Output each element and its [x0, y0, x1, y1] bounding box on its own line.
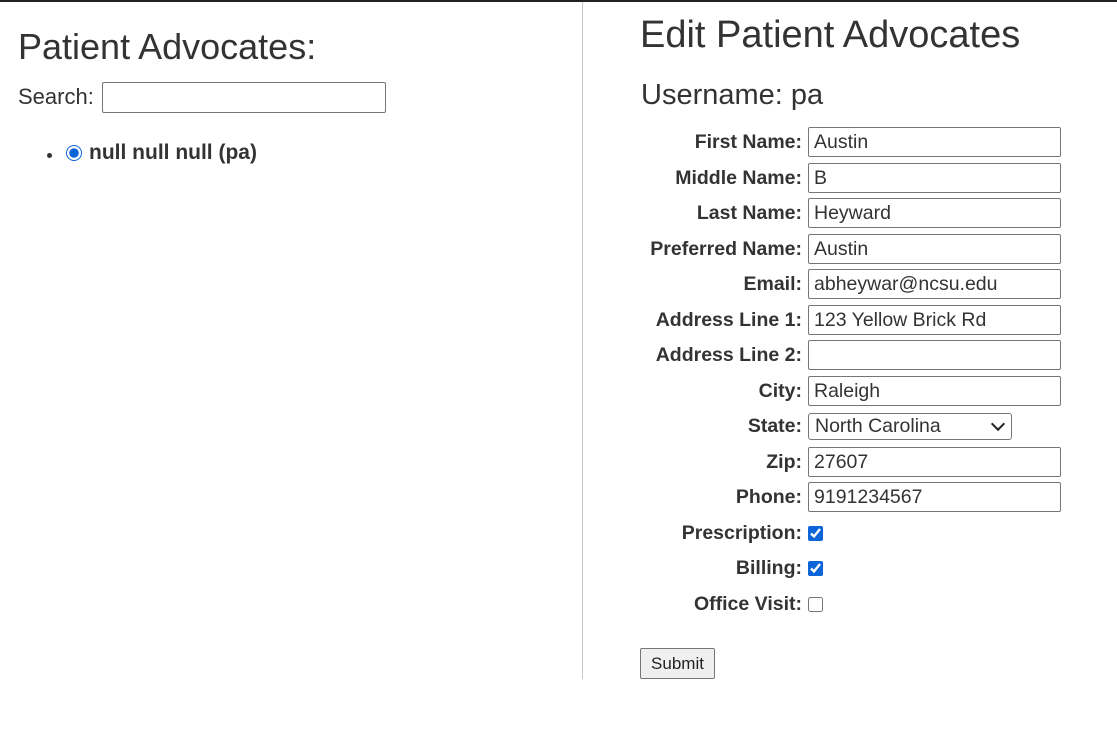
- city-label: City:: [758, 380, 802, 402]
- address-line-1-label: Address Line 1:: [655, 309, 802, 331]
- city-row: City:: [584, 375, 1117, 407]
- address-line-2-label: Address Line 2:: [655, 344, 802, 366]
- billing-checkbox[interactable]: [808, 561, 823, 576]
- first-name-label: First Name:: [694, 131, 802, 153]
- billing-row: Billing:: [584, 552, 1117, 584]
- middle-name-row: Middle Name:: [584, 162, 1117, 194]
- city-field[interactable]: [808, 376, 1061, 406]
- email-row: Email:: [584, 268, 1117, 300]
- state-row: State: North Carolina: [584, 410, 1117, 442]
- search-row: Search:: [18, 81, 386, 113]
- first-name-row: First Name:: [584, 126, 1117, 158]
- advocate-label: null null null (pa): [89, 141, 257, 164]
- phone-field[interactable]: [808, 482, 1061, 512]
- search-label: Search:: [18, 84, 94, 109]
- middle-name-field[interactable]: [808, 163, 1061, 193]
- office-visit-label: Office Visit:: [693, 593, 802, 615]
- email-field[interactable]: [808, 269, 1061, 299]
- first-name-field[interactable]: [808, 127, 1061, 157]
- edit-title: Edit Patient Advocates: [640, 14, 1021, 56]
- prescription-label: Prescription:: [681, 522, 802, 544]
- patient-advocates-panel: Patient Advocates: Search: null null nul…: [0, 2, 583, 679]
- chevron-down-icon: [990, 416, 1006, 432]
- middle-name-label: Middle Name:: [675, 167, 802, 189]
- advocate-list: null null null (pa): [47, 139, 257, 167]
- zip-label: Zip:: [766, 451, 802, 473]
- zip-row: Zip:: [584, 446, 1117, 478]
- address-line-1-row: Address Line 1:: [584, 304, 1117, 336]
- preferred-name-field[interactable]: [808, 234, 1061, 264]
- office-visit-row: Office Visit:: [584, 588, 1117, 620]
- advocate-radio[interactable]: [66, 145, 82, 161]
- state-select[interactable]: North Carolina: [808, 413, 1012, 440]
- edit-advocate-panel: Edit Patient Advocates Username: pa Firs…: [584, 2, 1117, 702]
- patient-advocates-title: Patient Advocates:: [18, 26, 317, 67]
- zip-field[interactable]: [808, 447, 1061, 477]
- preferred-name-row: Preferred Name:: [584, 233, 1117, 265]
- phone-label: Phone:: [735, 486, 802, 508]
- address-line-1-field[interactable]: [808, 305, 1061, 335]
- address-line-2-row: Address Line 2:: [584, 339, 1117, 371]
- address-line-2-field[interactable]: [808, 340, 1061, 370]
- last-name-label: Last Name:: [696, 202, 802, 224]
- bullet-icon: [47, 153, 52, 158]
- prescription-checkbox[interactable]: [808, 526, 823, 541]
- phone-row: Phone:: [584, 481, 1117, 513]
- preferred-name-label: Preferred Name:: [650, 238, 802, 260]
- prescription-row: Prescription:: [584, 517, 1117, 549]
- state-label: State:: [747, 415, 802, 437]
- list-item: null null null (pa): [47, 139, 257, 167]
- last-name-field[interactable]: [808, 198, 1061, 228]
- email-label: Email:: [743, 273, 802, 295]
- username-heading: Username: pa: [641, 79, 824, 111]
- state-selected-value: North Carolina: [815, 415, 941, 437]
- last-name-row: Last Name:: [584, 197, 1117, 229]
- submit-button[interactable]: Submit: [640, 648, 715, 679]
- billing-label: Billing:: [735, 557, 802, 579]
- office-visit-checkbox[interactable]: [808, 597, 823, 612]
- search-input[interactable]: [101, 81, 386, 113]
